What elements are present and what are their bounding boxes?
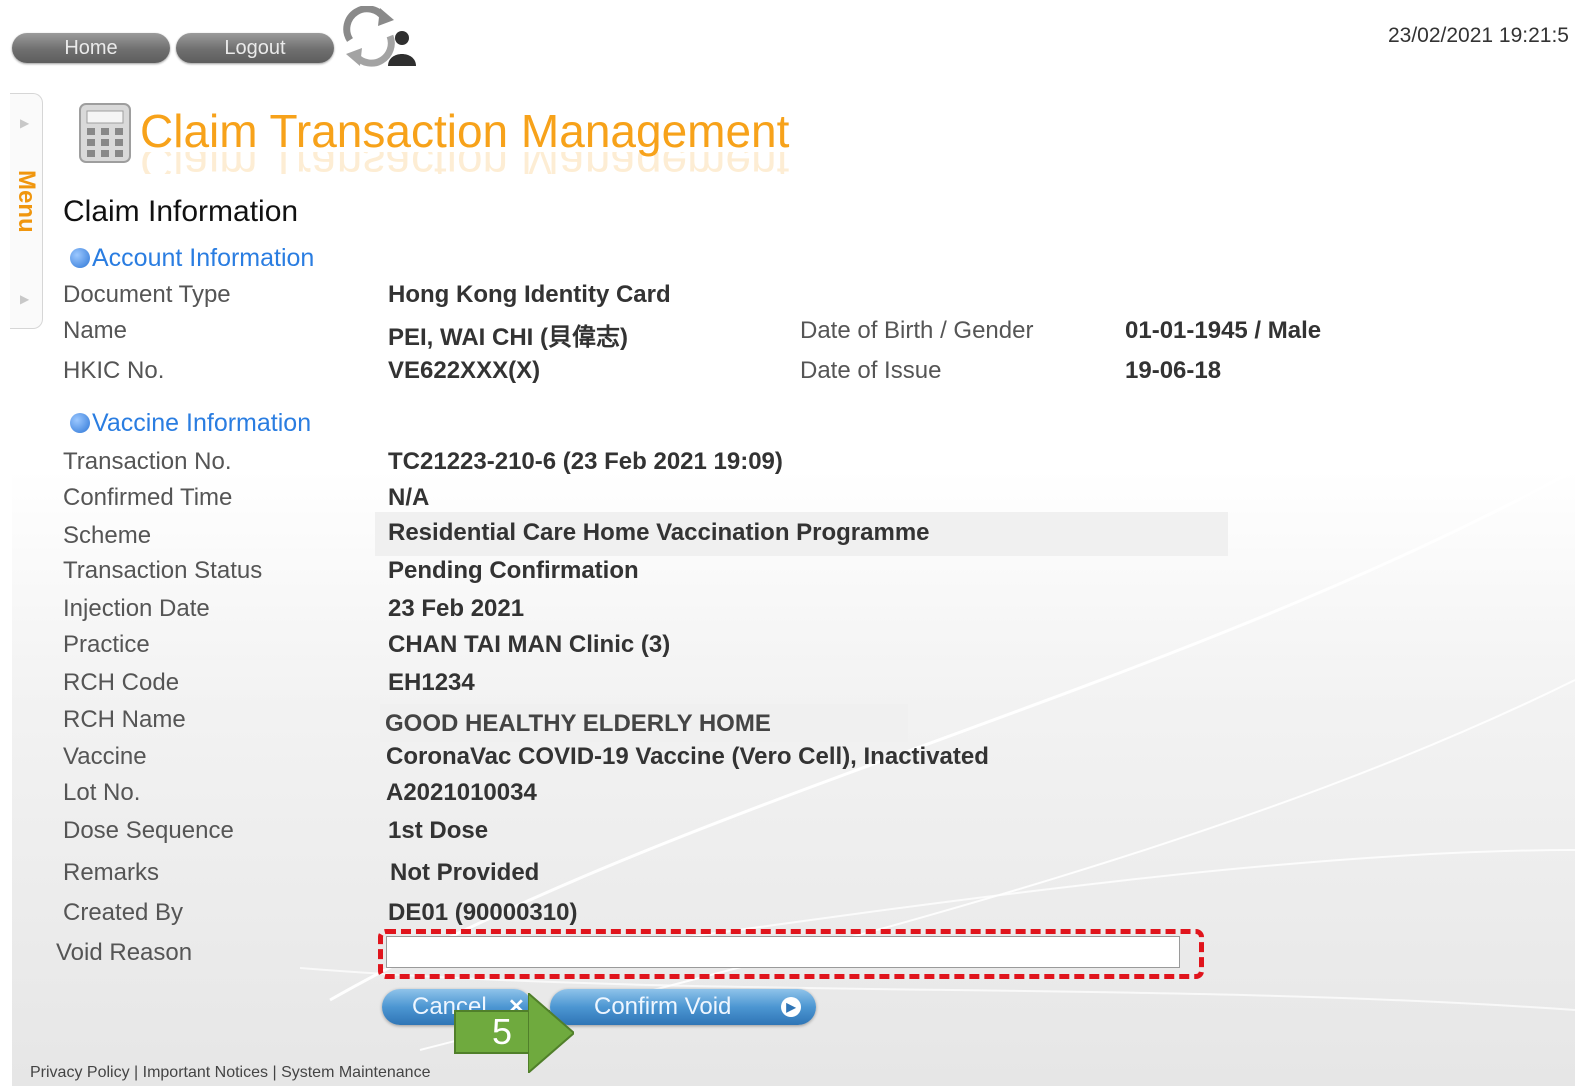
confirmed-time-label: Confirmed Time — [63, 484, 233, 511]
account-information-header: Account Information — [70, 244, 314, 273]
important-notices-link[interactable]: Important Notices — [143, 1064, 268, 1081]
transaction-no-label: Transaction No. — [63, 448, 232, 475]
arrow-right-icon: ▶ — [781, 997, 801, 1017]
scheme-value: Residential Care Home Vaccination Progra… — [388, 519, 930, 546]
document-type-label: Document Type — [63, 281, 231, 308]
injection-date-label: Injection Date — [63, 595, 210, 622]
dose-sequence-label: Dose Sequence — [63, 817, 234, 844]
date-of-issue-label: Date of Issue — [800, 357, 942, 384]
name-value: PEI, WAI CHI (貝偉志) — [388, 324, 628, 351]
page-title: Claim Transaction Management — [140, 105, 790, 157]
rch-code-label: RCH Code — [63, 669, 180, 696]
void-reason-label: Void Reason — [56, 939, 193, 966]
refresh-user-icon[interactable] — [340, 6, 420, 68]
page-title-reflection: Claim Transaction Management — [140, 152, 789, 174]
hkic-value: VE622XXX(X) — [388, 357, 541, 384]
created-by-label: Created By — [63, 899, 184, 926]
injection-date-value: 23 Feb 2021 — [388, 595, 525, 622]
dob-gender-label: Date of Birth / Gender — [800, 317, 1034, 344]
current-datetime: 23/02/2021 19:21:5 — [1387, 24, 1569, 47]
menu-label: Menu — [13, 170, 40, 233]
created-by-value: DE01 (90000310) — [388, 899, 578, 926]
logout-button[interactable]: Logout — [176, 33, 334, 63]
remarks-label: Remarks — [63, 859, 160, 886]
confirmed-time-value: N/A — [388, 484, 430, 511]
dose-sequence-value: 1st Dose — [388, 817, 489, 844]
confirm-void-button[interactable]: Confirm Void ▶ — [550, 989, 816, 1025]
transaction-status-label: Transaction Status — [63, 557, 263, 584]
expand-arrow-icon: ▶ — [20, 292, 30, 306]
vaccine-information-header: Vaccine Information — [70, 409, 311, 438]
remarks-value: Not Provided — [390, 859, 540, 886]
transaction-no-value: TC21223-210-6 (23 Feb 2021 19:09) — [388, 448, 783, 475]
rch-name-label: RCH Name — [63, 706, 186, 733]
name-label: Name — [63, 317, 128, 344]
lot-no-label: Lot No. — [63, 779, 141, 806]
system-maintenance-link[interactable]: System Maintenance — [281, 1064, 430, 1081]
rch-name-value: GOOD HEALTHY ELDERLY HOME — [385, 710, 771, 737]
calculator-icon — [79, 103, 131, 163]
scheme-label: Scheme — [63, 522, 152, 549]
bullet-icon — [70, 248, 90, 268]
hkic-label: HKIC No. — [63, 357, 165, 384]
dob-gender-value: 01-01-1945 / Male — [1125, 317, 1322, 344]
document-type-value: Hong Kong Identity Card — [388, 281, 671, 308]
vaccine-value: CoronaVac COVID-19 Vaccine (Vero Cell), … — [386, 743, 989, 770]
footer-links: Privacy Policy | Important Notices | Sys… — [30, 1064, 431, 1081]
void-reason-input[interactable] — [386, 936, 1180, 968]
transaction-status-value: Pending Confirmation — [388, 557, 639, 584]
practice-label: Practice — [63, 631, 150, 658]
lot-no-value: A2021010034 — [386, 779, 537, 806]
arrow-right-icon — [528, 993, 574, 1073]
vaccine-label: Vaccine — [63, 743, 147, 770]
side-menu-tab[interactable]: ▶ Menu ▶ — [10, 93, 43, 329]
expand-arrow-icon: ▶ — [20, 116, 30, 130]
practice-value: CHAN TAI MAN Clinic (3) — [388, 631, 671, 658]
bullet-icon — [70, 413, 90, 433]
rch-code-value: EH1234 — [388, 669, 475, 696]
home-button[interactable]: Home — [12, 33, 170, 63]
section-title: Claim Information — [63, 195, 299, 228]
privacy-policy-link[interactable]: Privacy Policy — [30, 1064, 130, 1081]
date-of-issue-value: 19-06-18 — [1125, 357, 1222, 384]
